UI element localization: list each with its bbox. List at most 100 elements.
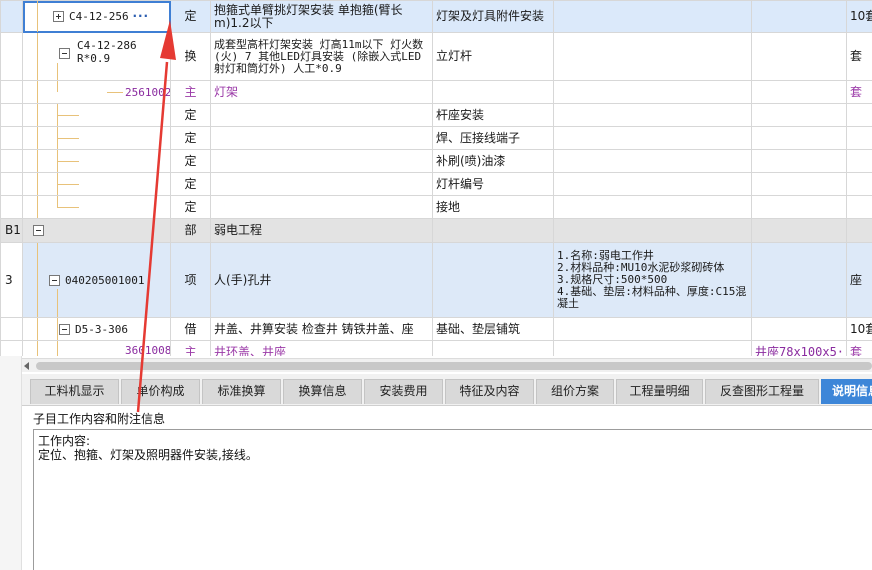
code-cell[interactable]: C4-12-256 ··· [22,0,171,33]
tab-features[interactable]: 特征及内容 [445,379,534,404]
name-cell[interactable]: 弱电工程 [210,218,433,243]
type-cell: 定 [170,126,211,150]
tab-standard-conversion[interactable]: 标准换算 [202,379,281,404]
code-cell[interactable] [22,218,171,243]
spec-cell[interactable] [553,172,752,196]
feature-cell[interactable] [432,80,554,104]
table-row[interactable]: 定 焊、压接线端子 [0,126,872,150]
collapse-toggle-icon[interactable] [33,225,44,236]
table-row[interactable]: 定 杆座安装 [0,103,872,127]
extra-cell[interactable] [751,195,847,219]
item-code: 040205001001 [65,274,145,287]
code-cell[interactable]: D5-3-306 [22,317,171,341]
spec-cell[interactable]: 1.名称:弱电工作井 2.材料品种:MU10水泥砂浆砌砖体 3.规格尺寸:500… [553,242,752,318]
tab-unit-price[interactable]: 单价构成 [121,379,200,404]
extra-cell[interactable] [751,103,847,127]
extra-cell[interactable] [751,149,847,173]
tab-install-fee[interactable]: 安装费用 [364,379,443,404]
name-cell[interactable] [210,126,433,150]
tab-pricing-scheme[interactable]: 组价方案 [536,379,614,404]
table-row[interactable]: 定 灯杆编号 [0,172,872,196]
name-cell[interactable]: 人(手)孔井 [210,242,433,318]
table-row[interactable]: 3 040205001001 项 人(手)孔井 1.名称:弱电工作井 2.材料品… [0,242,872,318]
extra-cell[interactable]: 井座78x100x5··· [751,340,847,356]
spec-cell[interactable] [553,317,752,341]
code-cell[interactable]: 3601008001 [22,340,171,356]
name-cell[interactable] [210,103,433,127]
row-number [0,195,23,219]
table-row[interactable]: B1 部 弱电工程 [0,218,872,243]
feature-cell[interactable] [432,218,554,243]
collapse-toggle-icon[interactable] [49,275,60,286]
feature-cell[interactable]: 焊、压接线端子 [432,126,554,150]
tab-labor-material[interactable]: 工料机显示 [30,379,119,404]
code-cell[interactable]: 040205001001 [22,242,171,318]
name-cell[interactable] [210,149,433,173]
table-row[interactable]: 定 接地 [0,195,872,219]
table-row[interactable]: 定 补刷(喷)油漆 [0,149,872,173]
table-row[interactable]: C4-12-256 ··· 定 抱箍式单臂挑灯架安装 单抱箍(臂长m)1.2以下… [0,0,872,33]
extra-cell[interactable] [751,172,847,196]
tab-quantity-detail[interactable]: 工程量明细 [616,379,703,404]
spec-cell[interactable] [553,103,752,127]
spec-cell[interactable] [553,32,752,81]
code-cell[interactable] [22,103,171,127]
table-row[interactable]: C4-12-286 R*0.9 换 成套型高杆灯架安装 灯高11m以下 灯火数(… [0,32,872,81]
feature-cell[interactable]: 杆座安装 [432,103,554,127]
code-cell[interactable]: 2561002002 [22,80,171,104]
extra-cell[interactable] [751,80,847,104]
name-cell[interactable]: 井盖、井箅安装 检查井 铸铁井盖、座 [210,317,433,341]
tab-reverse-graphic[interactable]: 反查图形工程量 [705,379,819,404]
feature-cell[interactable]: 立灯杆 [432,32,554,81]
unit-cell [846,172,872,196]
feature-cell[interactable] [432,340,554,356]
tab-description[interactable]: 说明信息 [821,379,872,404]
feature-cell[interactable] [432,242,554,318]
extra-cell[interactable] [751,32,847,81]
quota-grid[interactable]: C4-12-256 ··· 定 抱箍式单臂挑灯架安装 单抱箍(臂长m)1.2以下… [0,0,872,356]
expand-toggle-icon[interactable] [53,11,64,22]
name-cell[interactable] [210,172,433,196]
extra-cell[interactable] [751,317,847,341]
name-cell[interactable]: 抱箍式单臂挑灯架安装 单抱箍(臂长m)1.2以下 [210,0,433,33]
feature-cell[interactable]: 接地 [432,195,554,219]
feature-cell[interactable]: 灯架及灯具附件安装 [432,0,554,33]
description-textarea[interactable]: 工作内容: 定位、抱箍、灯架及照明器件安装,接线。 [33,429,872,570]
name-cell[interactable]: 井环盖、井座 [210,340,433,356]
feature-cell[interactable]: 灯杆编号 [432,172,554,196]
left-gutter [0,356,22,570]
code-cell[interactable]: C4-12-286 R*0.9 [22,32,171,81]
collapse-toggle-icon[interactable] [59,324,70,335]
name-cell[interactable]: 成套型高杆灯架安装 灯高11m以下 灯火数(火) 7 其他LED灯具安装 (除嵌… [210,32,433,81]
code-cell[interactable] [22,195,171,219]
spec-cell[interactable] [553,0,752,33]
table-row[interactable]: 3601008001 主 井环盖、井座 井座78x100x5··· 套 [0,340,872,356]
code-cell[interactable] [22,172,171,196]
tab-conversion-info[interactable]: 换算信息 [283,379,362,404]
spec-cell[interactable] [553,195,752,219]
spec-cell[interactable] [553,149,752,173]
name-cell[interactable] [210,195,433,219]
name-cell[interactable]: 灯架 [210,80,433,104]
table-row[interactable]: 2561002002 主 灯架 套 [0,80,872,104]
more-button[interactable]: ··· [132,9,149,23]
feature-cell[interactable]: 补刷(喷)油漆 [432,149,554,173]
code-cell[interactable] [22,149,171,173]
extra-cell[interactable] [751,218,847,243]
feature-cell[interactable]: 基础、垫层铺筑 [432,317,554,341]
spec-cell[interactable] [553,218,752,243]
code-cell[interactable] [22,126,171,150]
spec-cell[interactable] [553,126,752,150]
scroll-left-arrow-icon[interactable] [24,362,29,370]
horizontal-scrollbar[interactable] [22,358,872,372]
extra-cell[interactable] [751,0,847,33]
extra-cell[interactable] [751,242,847,318]
spec-cell[interactable] [553,340,752,356]
type-cell: 主 [170,340,211,356]
scrollbar-thumb[interactable] [36,362,872,370]
extra-cell[interactable] [751,126,847,150]
spec-cell[interactable] [553,80,752,104]
row-number [0,172,23,196]
table-row[interactable]: D5-3-306 借 井盖、井箅安装 检查井 铸铁井盖、座 基础、垫层铺筑 10… [0,317,872,341]
collapse-toggle-icon[interactable] [59,48,70,59]
